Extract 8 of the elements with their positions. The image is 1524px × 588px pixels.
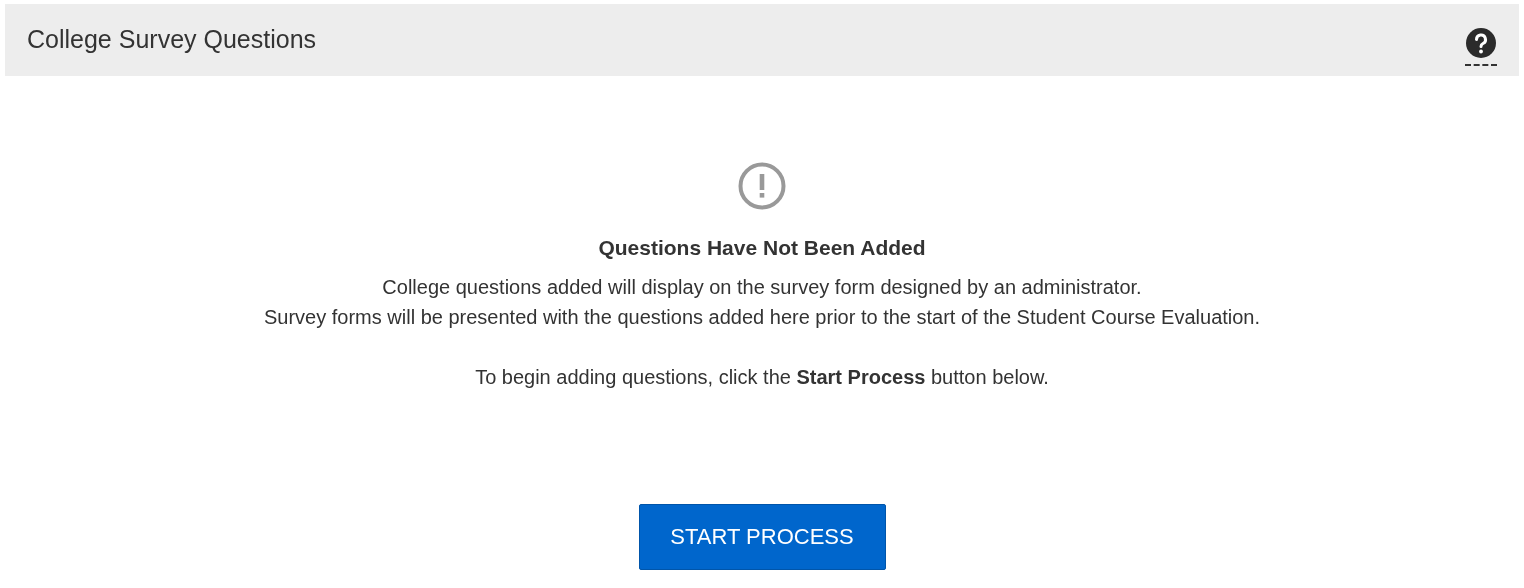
start-process-button[interactable]: START PROCESS [638, 503, 886, 570]
help-icon[interactable] [1465, 26, 1497, 59]
page-title: College Survey Questions [27, 24, 317, 56]
instruction-text: To begin adding questions, click the Start Process button below. [475, 364, 1049, 390]
warning-icon [738, 162, 786, 210]
description-text: Survey forms will be presented with the questions added here prior to the start of the Student Course Evaluation. [263, 304, 1261, 330]
empty-state-heading: Questions Have Not Been Added [598, 235, 926, 261]
description-text: College questions added will display on the survey form designed by an administrator. [381, 274, 1143, 300]
